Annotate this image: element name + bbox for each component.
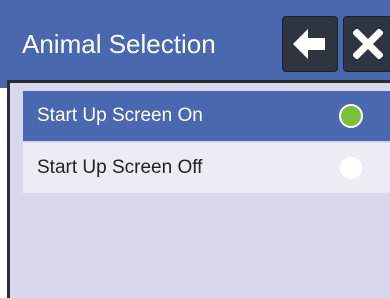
close-x-icon xyxy=(353,29,383,59)
arrow-left-icon xyxy=(293,29,325,59)
animal-selection-screen: Animal Selection Start Up Screen On Star… xyxy=(0,0,390,298)
radio-selected-icon[interactable] xyxy=(339,104,363,128)
close-button[interactable] xyxy=(343,16,390,72)
options-panel: Start Up Screen On Start Up Screen Off xyxy=(7,80,390,298)
option-start-up-screen-on[interactable]: Start Up Screen On xyxy=(23,91,390,141)
option-label: Start Up Screen On xyxy=(37,105,203,126)
option-label: Start Up Screen Off xyxy=(37,157,203,178)
option-start-up-screen-off[interactable]: Start Up Screen Off xyxy=(23,143,390,193)
back-button[interactable] xyxy=(282,16,338,72)
title-bar: Animal Selection xyxy=(0,0,390,88)
radio-unselected-icon[interactable] xyxy=(339,156,363,180)
page-title: Animal Selection xyxy=(22,29,216,59)
